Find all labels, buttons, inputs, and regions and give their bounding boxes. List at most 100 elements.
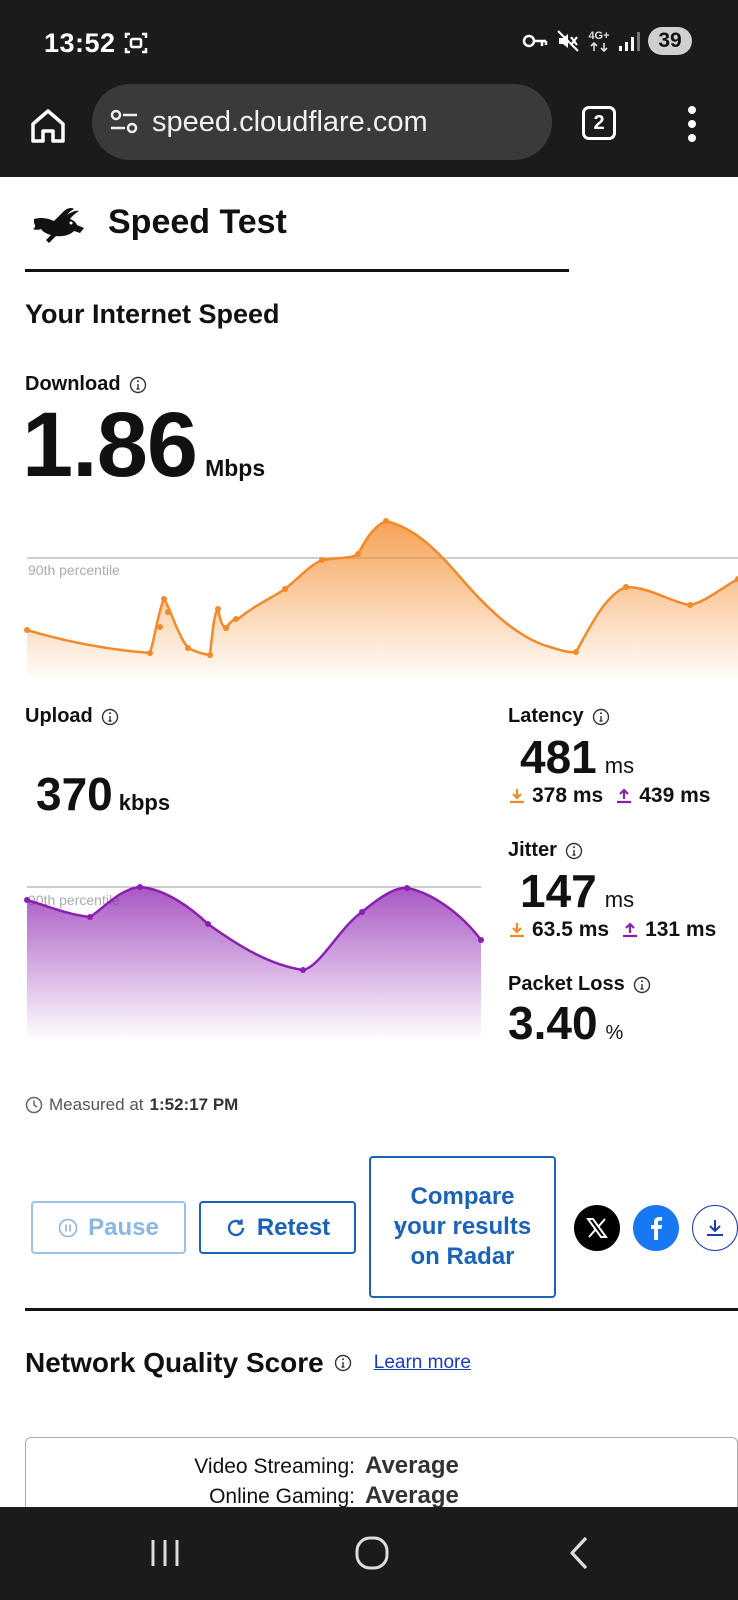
jitter-details: 63.5 ms 131 ms bbox=[508, 918, 738, 942]
upload-area bbox=[27, 887, 481, 1037]
retest-button[interactable]: Retest bbox=[199, 1201, 356, 1254]
upload-label-text: Upload bbox=[25, 705, 93, 727]
compare-label: Compare your results on Radar bbox=[393, 1183, 532, 1270]
page-content: Speed Test Your Internet Speed Download … bbox=[0, 177, 738, 1507]
url-bar[interactable]: speed.cloudflare.com bbox=[92, 84, 552, 160]
clock-icon bbox=[25, 1096, 43, 1114]
status-icons: 4G+ 39 bbox=[522, 27, 692, 55]
compare-radar-button[interactable]: Compare your results on Radar bbox=[369, 1156, 556, 1298]
jitter-unit: ms bbox=[604, 887, 635, 912]
download-speed: 1.86 Mbps bbox=[22, 399, 265, 491]
download-percentile-label: 90th percentile bbox=[28, 562, 120, 578]
info-icon[interactable] bbox=[129, 376, 147, 394]
page-title: Speed Test bbox=[108, 202, 287, 241]
download-label-text: Download bbox=[25, 373, 121, 395]
download-icon bbox=[707, 1220, 723, 1236]
pause-icon bbox=[58, 1218, 78, 1237]
info-icon[interactable] bbox=[565, 842, 583, 860]
network-type: 4G+ bbox=[588, 30, 610, 52]
section-title: Your Internet Speed bbox=[25, 299, 280, 329]
info-icon[interactable] bbox=[101, 708, 119, 726]
x-logo-icon bbox=[586, 1218, 608, 1238]
packet-loss-panel: Packet Loss 3.40 % bbox=[508, 973, 738, 1050]
info-icon[interactable] bbox=[592, 708, 610, 726]
latency-down: 378 ms bbox=[532, 784, 604, 807]
refresh-icon bbox=[227, 1219, 245, 1236]
header-divider bbox=[25, 269, 569, 272]
upload-unit: kbps bbox=[118, 790, 171, 815]
home-icon[interactable] bbox=[28, 106, 68, 146]
share-x-button[interactable] bbox=[574, 1205, 620, 1251]
jitter-label: Jitter bbox=[508, 839, 738, 862]
tab-switcher-button[interactable]: 2 bbox=[582, 106, 616, 140]
score-row-online-gaming: Online Gaming: Average bbox=[209, 1482, 465, 1507]
packet-loss-value-row: 3.40 % bbox=[508, 996, 738, 1050]
latency-label-text: Latency bbox=[508, 705, 584, 727]
latency-unit: ms bbox=[604, 753, 635, 778]
latency-details: 378 ms 439 ms bbox=[508, 784, 738, 808]
site-settings-icon[interactable] bbox=[108, 106, 140, 138]
measured-prefix: Measured at bbox=[49, 1095, 144, 1114]
external-link-icon bbox=[395, 1224, 401, 1230]
upload-speed: 370 kbps bbox=[36, 767, 170, 821]
download-unit: Mbps bbox=[205, 455, 266, 481]
jitter-value: 147 bbox=[520, 865, 597, 917]
info-icon[interactable] bbox=[334, 1354, 352, 1372]
download-label: Download bbox=[25, 373, 147, 396]
learn-more-link[interactable]: Learn more bbox=[374, 1352, 471, 1374]
upload-value: 370 bbox=[36, 768, 113, 820]
jitter-value-row: 147 ms bbox=[520, 864, 738, 918]
more-menu-icon[interactable] bbox=[684, 104, 700, 144]
packet-loss-label-text: Packet Loss bbox=[508, 973, 625, 995]
jitter-down: 63.5 ms bbox=[532, 918, 610, 941]
latency-label: Latency bbox=[508, 705, 738, 728]
status-bar: 13:52 4G+ 39 bbox=[0, 0, 738, 84]
score-value: Average bbox=[365, 1482, 459, 1507]
recent-apps-icon[interactable] bbox=[148, 1533, 182, 1573]
upload-arrow-icon bbox=[623, 922, 638, 938]
network-quality-header: Network Quality Score Learn more bbox=[25, 1347, 471, 1379]
latency-value-row: 481 ms bbox=[520, 730, 738, 784]
latency-panel: Latency 481 ms 378 ms 439 ms bbox=[508, 705, 738, 808]
signal-icon bbox=[619, 32, 640, 51]
retest-label: Retest bbox=[256, 1213, 331, 1241]
score-key: Online Gaming: bbox=[209, 1485, 355, 1507]
packet-loss-value: 3.40 bbox=[508, 997, 598, 1049]
measured-time: 1:52:17 PM bbox=[149, 1095, 239, 1114]
packet-loss-label: Packet Loss bbox=[508, 973, 738, 996]
data-arrows-icon bbox=[590, 41, 608, 52]
url-text: speed.cloudflare.com bbox=[152, 105, 428, 138]
network-quality-scores: Video Streaming: Average Online Gaming: … bbox=[25, 1437, 738, 1507]
score-row-video-streaming: Video Streaming: Average bbox=[194, 1452, 465, 1480]
latency-up: 439 ms bbox=[639, 784, 711, 807]
mute-icon bbox=[557, 30, 579, 52]
latency-value: 481 bbox=[520, 731, 597, 783]
vpn-key-icon bbox=[522, 34, 548, 48]
upload-chart: 90th percentile bbox=[24, 884, 484, 1037]
share-facebook-button[interactable] bbox=[633, 1205, 679, 1251]
jitter-label-text: Jitter bbox=[508, 839, 557, 861]
brand-header: Speed Test bbox=[30, 201, 287, 243]
info-icon[interactable] bbox=[633, 976, 651, 994]
measured-at: Measured at 1:52:17 PM bbox=[25, 1095, 238, 1115]
download-arrow-icon bbox=[510, 923, 524, 938]
back-icon[interactable] bbox=[564, 1533, 594, 1573]
system-nav-bar bbox=[0, 1507, 738, 1600]
download-value: 1.86 bbox=[22, 394, 198, 496]
home-nav-icon[interactable] bbox=[352, 1533, 392, 1573]
battery-indicator: 39 bbox=[648, 27, 692, 55]
browser-toolbar: speed.cloudflare.com 2 bbox=[0, 84, 738, 177]
pause-button[interactable]: Pause bbox=[31, 1201, 186, 1254]
upload-arrow-icon bbox=[617, 788, 632, 804]
section-divider bbox=[25, 1308, 738, 1311]
facebook-logo-icon bbox=[651, 1217, 663, 1240]
packet-loss-unit: % bbox=[605, 1022, 624, 1044]
download-area bbox=[27, 521, 738, 677]
status-time: 13:52 bbox=[44, 28, 116, 58]
download-arrow-icon bbox=[510, 789, 524, 804]
jitter-panel: Jitter 147 ms 63.5 ms 131 ms bbox=[508, 839, 738, 942]
pause-label: Pause bbox=[88, 1213, 159, 1241]
download-results-button[interactable] bbox=[692, 1205, 738, 1251]
rabbit-logo-icon bbox=[33, 207, 84, 243]
download-chart: 90th percentile bbox=[24, 518, 738, 677]
